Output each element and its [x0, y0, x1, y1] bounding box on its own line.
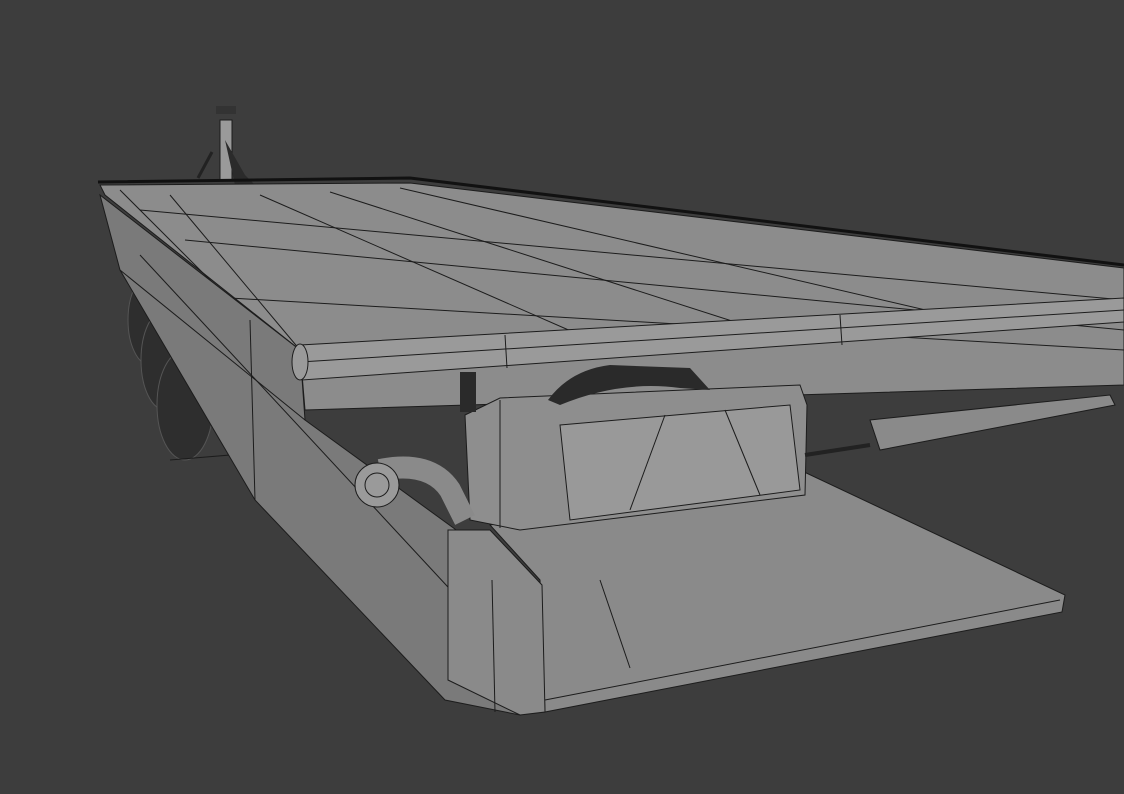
3d-viewport[interactable] — [0, 0, 1124, 794]
bracket-post — [460, 372, 476, 412]
